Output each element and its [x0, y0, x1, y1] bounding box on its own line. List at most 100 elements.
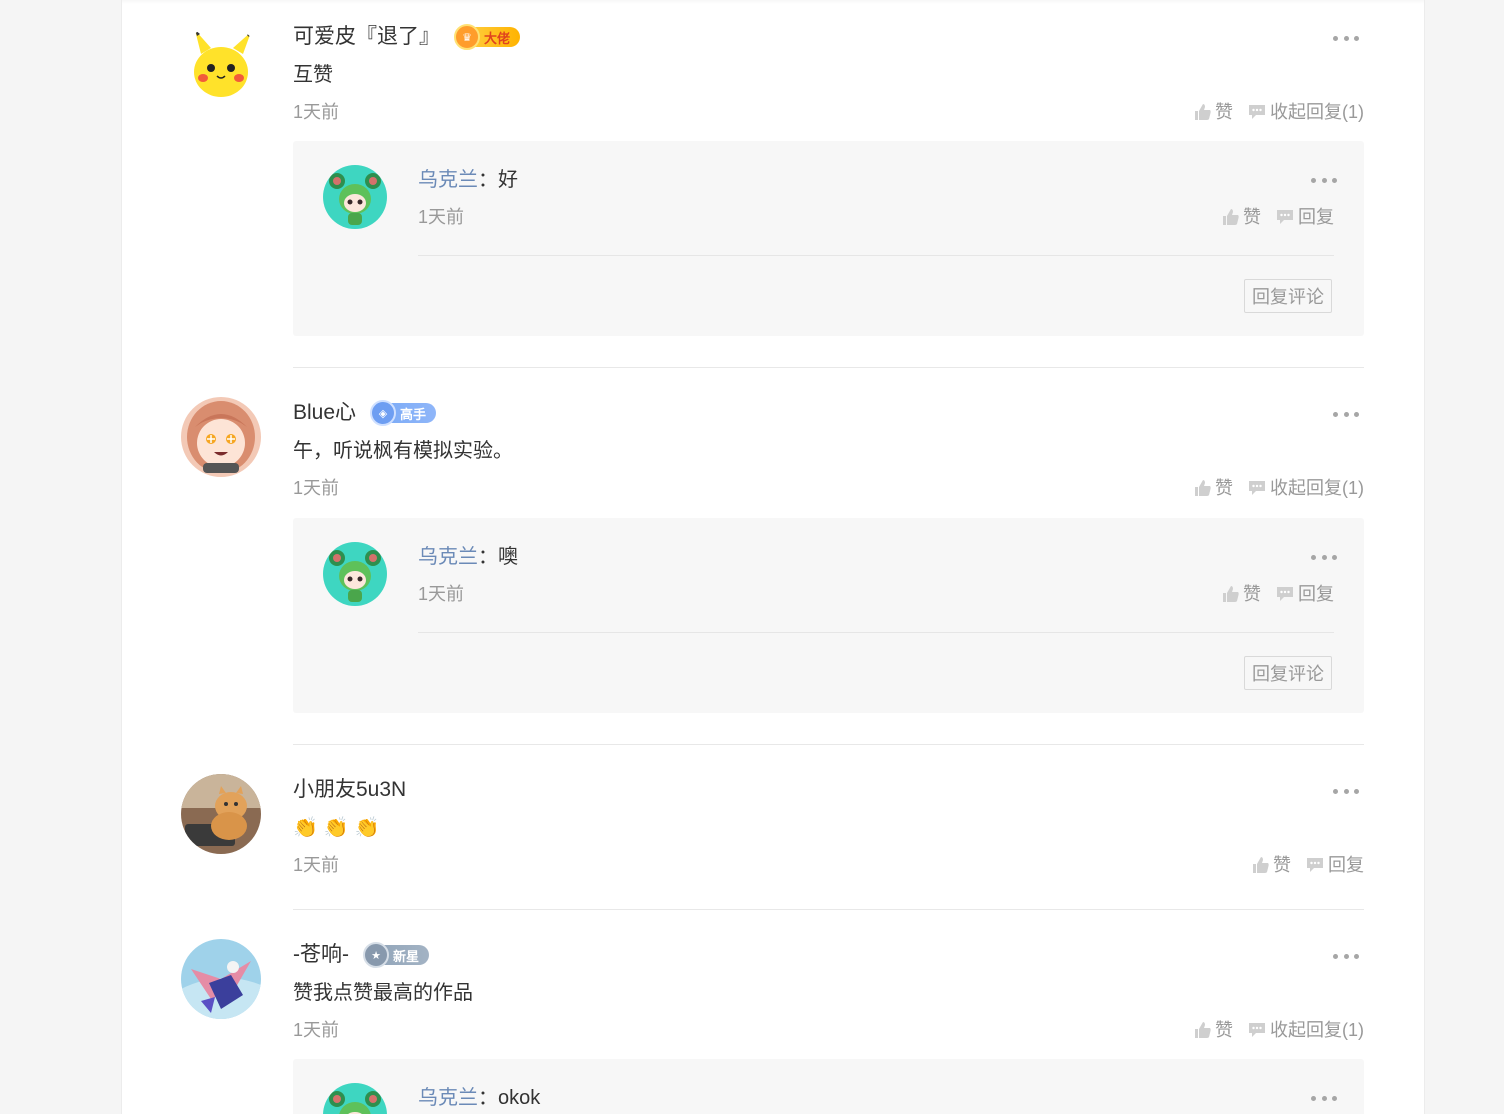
comment-header: 可爱皮『退了』 ♛ 大佬 — [293, 24, 521, 50]
dot-icon — [1321, 1096, 1327, 1101]
avatar[interactable] — [181, 774, 261, 854]
reply-label: 收起回复(1) — [1270, 478, 1364, 498]
like-label: 赞 — [1215, 102, 1233, 122]
reply-username[interactable]: 乌克兰 — [418, 546, 478, 568]
comment-actions: 赞 回复 — [1252, 854, 1364, 876]
reply-separator: ： — [478, 1087, 498, 1109]
like-button[interactable]: 赞 — [1222, 583, 1261, 605]
level-badge: ★ 新星 — [363, 942, 430, 968]
thumbs-up-icon — [1195, 480, 1211, 496]
reply-content: 好 — [498, 169, 518, 191]
comment-header: -苍响- ★ 新星 — [293, 942, 430, 968]
like-label: 赞 — [1243, 584, 1261, 604]
reply-username[interactable]: 乌克兰 — [418, 1087, 478, 1109]
more-options-button[interactable] — [1333, 789, 1359, 795]
like-button[interactable]: 赞 — [1194, 1019, 1233, 1041]
like-button[interactable]: 赞 — [1194, 101, 1233, 123]
shield-icon: ◈ — [370, 400, 397, 426]
toggle-replies-button[interactable]: 收起回复(1) — [1247, 101, 1364, 123]
comment-content: 👏 👏 👏 — [293, 815, 386, 841]
avatar[interactable] — [323, 165, 387, 229]
comment-icon — [1277, 210, 1293, 224]
like-label: 赞 — [1215, 478, 1233, 498]
divider — [418, 255, 1334, 256]
like-label: 赞 — [1273, 855, 1291, 875]
reply-label: 收起回复(1) — [1270, 102, 1364, 122]
divider — [293, 909, 1364, 910]
comment-actions: 赞 收起回复(1) — [1194, 477, 1364, 499]
reply-label: 回复 — [1298, 207, 1334, 227]
reply-time: 1天前 — [418, 207, 465, 227]
divider — [293, 367, 1364, 368]
comment-list: 可爱皮『退了』 ♛ 大佬 互赞 1天前 赞 收起回复(1) 乌克兰：好 1天前 … — [121, 0, 1425, 1114]
comment-time: 1天前 — [293, 1020, 340, 1040]
like-button[interactable]: 赞 — [1252, 854, 1291, 876]
avatar[interactable] — [181, 939, 261, 1019]
more-options-button[interactable] — [1311, 178, 1337, 184]
more-options-button[interactable] — [1333, 954, 1359, 960]
username[interactable]: Blue心 — [293, 400, 356, 426]
dot-icon — [1343, 36, 1349, 41]
reply-comment-button[interactable]: 回复评论 — [1244, 656, 1332, 690]
like-button[interactable]: 赞 — [1194, 477, 1233, 499]
like-label: 赞 — [1215, 1020, 1233, 1040]
dot-icon — [1343, 412, 1349, 417]
dot-icon — [1354, 36, 1359, 41]
clapping-hands-icon: 👏 — [293, 817, 318, 839]
thumbs-up-icon — [1195, 1022, 1211, 1038]
comment-time: 1天前 — [293, 478, 340, 498]
dot-icon — [1354, 412, 1359, 417]
comment-time: 1天前 — [293, 102, 340, 122]
star-icon: ★ — [363, 942, 389, 968]
comment-content: 赞我点赞最高的作品 — [293, 982, 473, 1004]
reply-button[interactable]: 回复 — [1275, 206, 1334, 228]
reply-line: 乌克兰：okok — [418, 1085, 540, 1111]
dot-icon — [1321, 555, 1327, 560]
dot-icon — [1333, 954, 1338, 959]
reply-button[interactable]: 回复 — [1275, 583, 1334, 605]
avatar[interactable] — [181, 397, 261, 477]
reply-separator: ： — [478, 169, 498, 191]
comment-icon — [1249, 1023, 1265, 1037]
dot-icon — [1311, 555, 1316, 560]
more-options-button[interactable] — [1311, 1096, 1337, 1102]
comment-header: Blue心 ◈ 高手 — [293, 400, 437, 426]
reply-section: 乌克兰：好 1天前 赞 回复 回复评论 — [293, 141, 1364, 336]
level-badge: ♛ 大佬 — [454, 24, 521, 50]
username[interactable]: 可爱皮『退了』 — [293, 24, 440, 50]
dot-icon — [1354, 954, 1359, 959]
dot-icon — [1311, 178, 1316, 183]
more-options-button[interactable] — [1333, 412, 1359, 418]
reply-username[interactable]: 乌克兰 — [418, 169, 478, 191]
avatar[interactable] — [323, 542, 387, 606]
like-button[interactable]: 赞 — [1222, 206, 1261, 228]
toggle-replies-button[interactable]: 收起回复(1) — [1247, 477, 1364, 499]
dot-icon — [1343, 954, 1349, 959]
dot-icon — [1332, 555, 1337, 560]
comment-icon — [1277, 587, 1293, 601]
dot-icon — [1354, 789, 1359, 794]
thumbs-up-icon — [1195, 104, 1211, 120]
toggle-replies-button[interactable]: 收起回复(1) — [1247, 1019, 1364, 1041]
level-badge: ◈ 高手 — [370, 400, 437, 426]
reply-comment-button[interactable]: 回复评论 — [1244, 279, 1332, 313]
like-label: 赞 — [1243, 207, 1261, 227]
dot-icon — [1332, 178, 1337, 183]
more-options-button[interactable] — [1311, 555, 1337, 561]
username[interactable]: -苍响- — [293, 942, 349, 968]
dot-icon — [1333, 412, 1338, 417]
clapping-hands-icon: 👏 — [323, 817, 349, 839]
avatar[interactable] — [181, 24, 261, 104]
badge-label: 新星 — [393, 948, 420, 964]
dot-icon — [1333, 36, 1338, 41]
divider — [293, 744, 1364, 745]
more-options-button[interactable] — [1333, 36, 1359, 42]
reply-button[interactable]: 回复 — [1305, 854, 1364, 876]
thumbs-up-icon — [1253, 857, 1269, 873]
avatar[interactable] — [323, 1083, 387, 1114]
username[interactable]: 小朋友5u3N — [293, 777, 406, 803]
reply-line: 乌克兰：好 — [418, 167, 518, 193]
dot-icon — [1311, 1096, 1316, 1101]
comment-icon — [1249, 105, 1265, 119]
reply-time: 1天前 — [418, 584, 465, 604]
